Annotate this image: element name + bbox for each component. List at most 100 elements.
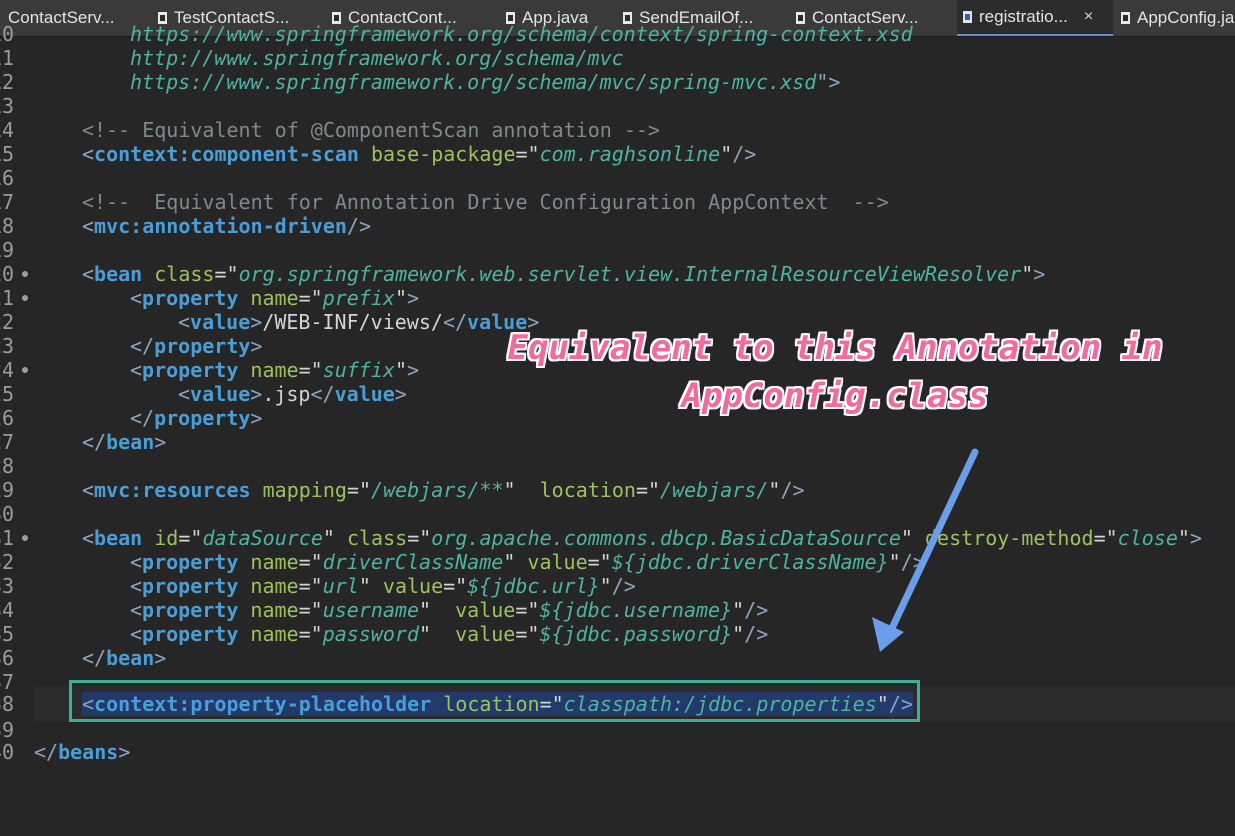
selected-text: <context:property-placeholder location="… bbox=[82, 692, 913, 716]
code-line[interactable]: 19 bbox=[0, 238, 48, 262]
tag-name: property bbox=[154, 334, 251, 358]
attr-name: base-package bbox=[371, 142, 516, 166]
attr-name: value bbox=[455, 622, 516, 646]
line-number: 33 bbox=[0, 574, 15, 598]
code-line-selected[interactable]: 38 <context:property-placeholder locatio… bbox=[0, 692, 913, 716]
line-number: 29 bbox=[0, 478, 15, 502]
attr-name: name bbox=[250, 286, 299, 310]
fold-marker-icon[interactable] bbox=[22, 295, 28, 301]
attr-name: value bbox=[455, 598, 516, 622]
line-number: 25 bbox=[0, 382, 15, 406]
xml-comment: <!-- Equivalent for Annotation Drive Con… bbox=[82, 190, 889, 214]
line-number: 14 bbox=[0, 118, 15, 142]
attr-name: value bbox=[382, 574, 444, 598]
code-line[interactable]: 16 bbox=[0, 166, 48, 190]
attr-value: driverClassName bbox=[322, 550, 504, 574]
code-line[interactable]: 24 <property name="suffix"> bbox=[0, 358, 419, 382]
code-line[interactable]: 15 <context:component-scan base-package=… bbox=[0, 142, 756, 166]
line-number: 12 bbox=[0, 70, 15, 94]
attr-value: classpath:/jdbc.properties bbox=[563, 692, 877, 716]
code-line[interactable]: 18 <mvc:annotation-driven/> bbox=[0, 214, 371, 238]
xml-comment: <!-- Equivalent of @ComponentScan annota… bbox=[82, 118, 660, 142]
code-line[interactable]: 25 <value>.jsp</value> bbox=[0, 382, 407, 406]
attr-name: mapping bbox=[262, 478, 347, 502]
tag-name: context:property-placeholder bbox=[94, 692, 432, 716]
line-number: 40 bbox=[0, 740, 15, 764]
code-line[interactable]: 21 <property name="prefix"> bbox=[0, 286, 419, 310]
tab-label: registratio... bbox=[979, 7, 1068, 26]
code-line[interactable]: 36 </bean> bbox=[0, 646, 166, 670]
code-line[interactable]: 40 </beans> bbox=[0, 740, 130, 764]
attr-name: value bbox=[527, 550, 588, 574]
attr-value: password bbox=[322, 622, 420, 646]
code-line[interactable]: 33 <property name="url" value="${jdbc.ur… bbox=[0, 574, 636, 598]
code-line[interactable]: 26 </property> bbox=[0, 406, 262, 430]
code-line[interactable]: 37 bbox=[0, 670, 48, 694]
code-editor[interactable]: 10 https://www.springframework.org/schem… bbox=[0, 22, 1235, 765]
attr-value: dataSource bbox=[202, 526, 323, 550]
close-icon[interactable]: × bbox=[1084, 8, 1093, 26]
code-line[interactable]: 14 <!-- Equivalent of @ComponentScan ann… bbox=[0, 118, 660, 142]
tab-appconfig-java[interactable]: AppConfig.ja bbox=[1115, 0, 1235, 36]
line-number: 18 bbox=[0, 214, 15, 238]
tag-name: beans bbox=[58, 740, 119, 764]
code-line[interactable]: 27 </bean> bbox=[0, 430, 166, 454]
fold-marker-icon[interactable] bbox=[22, 367, 28, 373]
fold-marker-icon[interactable] bbox=[22, 271, 28, 277]
code-line[interactable]: 39 bbox=[0, 718, 48, 742]
attr-name: name bbox=[250, 550, 299, 574]
tag-name: property bbox=[142, 622, 239, 646]
tag-name: property bbox=[142, 358, 239, 382]
line-number: 21 bbox=[0, 286, 15, 310]
code-line[interactable]: 12 https://www.springframework.org/schem… bbox=[0, 70, 840, 94]
attr-name: name bbox=[250, 622, 299, 646]
attr-value: ${jdbc.driverClassName} bbox=[611, 550, 889, 574]
tag-name: bean bbox=[94, 262, 143, 286]
code-line[interactable]: 20 <bean class="org.springframework.web.… bbox=[0, 262, 1045, 286]
fold-marker-icon[interactable] bbox=[22, 535, 28, 541]
line-number: 36 bbox=[0, 646, 15, 670]
java-file-icon bbox=[1121, 12, 1130, 24]
attr-value: url bbox=[322, 574, 359, 598]
code-line[interactable]: 31 <bean id="dataSource" class="org.apac… bbox=[0, 526, 1202, 550]
code-line[interactable]: 23 </property> bbox=[0, 334, 262, 358]
code-line[interactable]: 10 https://www.springframework.org/schem… bbox=[0, 22, 913, 46]
attr-name: location bbox=[443, 692, 540, 716]
code-line[interactable]: 35 <property name="password" value="${jd… bbox=[0, 622, 768, 646]
attr-name: id bbox=[154, 526, 179, 550]
line-number: 10 bbox=[0, 22, 15, 46]
code-line[interactable]: 11 http://www.springframework.org/schema… bbox=[0, 46, 624, 70]
code-line[interactable]: 34 <property name="username" value="${jd… bbox=[0, 598, 768, 622]
tag-name: property bbox=[142, 286, 239, 310]
code-line[interactable]: 13 bbox=[0, 94, 48, 118]
tag-name: bean bbox=[94, 526, 143, 550]
code-line[interactable]: 32 <property name="driverClassName" valu… bbox=[0, 550, 925, 574]
xsi-schema-url: http://www.springframework.org/schema/mv… bbox=[130, 46, 624, 70]
tag-name: bean bbox=[106, 430, 155, 454]
code-line[interactable]: 17 <!-- Equivalent for Annotation Drive … bbox=[0, 190, 889, 214]
code-line[interactable]: 30 bbox=[0, 502, 48, 526]
attr-value: org.apache.commons.dbcp.BasicDataSource bbox=[431, 526, 901, 550]
tag-name: value bbox=[190, 310, 251, 334]
code-line[interactable]: 22 <value>/WEB-INF/views/</value> bbox=[0, 310, 539, 334]
line-number: 13 bbox=[0, 94, 15, 118]
line-number: 31 bbox=[0, 526, 15, 550]
line-number: 28 bbox=[0, 454, 15, 478]
line-number: 20 bbox=[0, 262, 15, 286]
tab-registration-xml[interactable]: registratio... × bbox=[957, 0, 1113, 36]
line-number: 39 bbox=[0, 718, 15, 742]
attr-value: com.raghsonline bbox=[539, 142, 721, 166]
line-number: 32 bbox=[0, 550, 15, 574]
code-line[interactable]: 28 bbox=[0, 454, 48, 478]
code-line[interactable]: 29 <mvc:resources mapping="/webjars/**" … bbox=[0, 478, 805, 502]
tag-name: mvc:resources bbox=[94, 478, 251, 502]
attr-value: username bbox=[322, 598, 420, 622]
line-number: 22 bbox=[0, 310, 15, 334]
tab-label: AppConfig.ja bbox=[1137, 8, 1235, 27]
attr-name: class bbox=[154, 262, 215, 286]
tag-name: property bbox=[142, 598, 239, 622]
line-number: 37 bbox=[0, 670, 15, 694]
attr-value: ${jdbc.password} bbox=[539, 622, 733, 646]
tag-name: bean bbox=[106, 646, 155, 670]
line-number: 30 bbox=[0, 502, 15, 526]
